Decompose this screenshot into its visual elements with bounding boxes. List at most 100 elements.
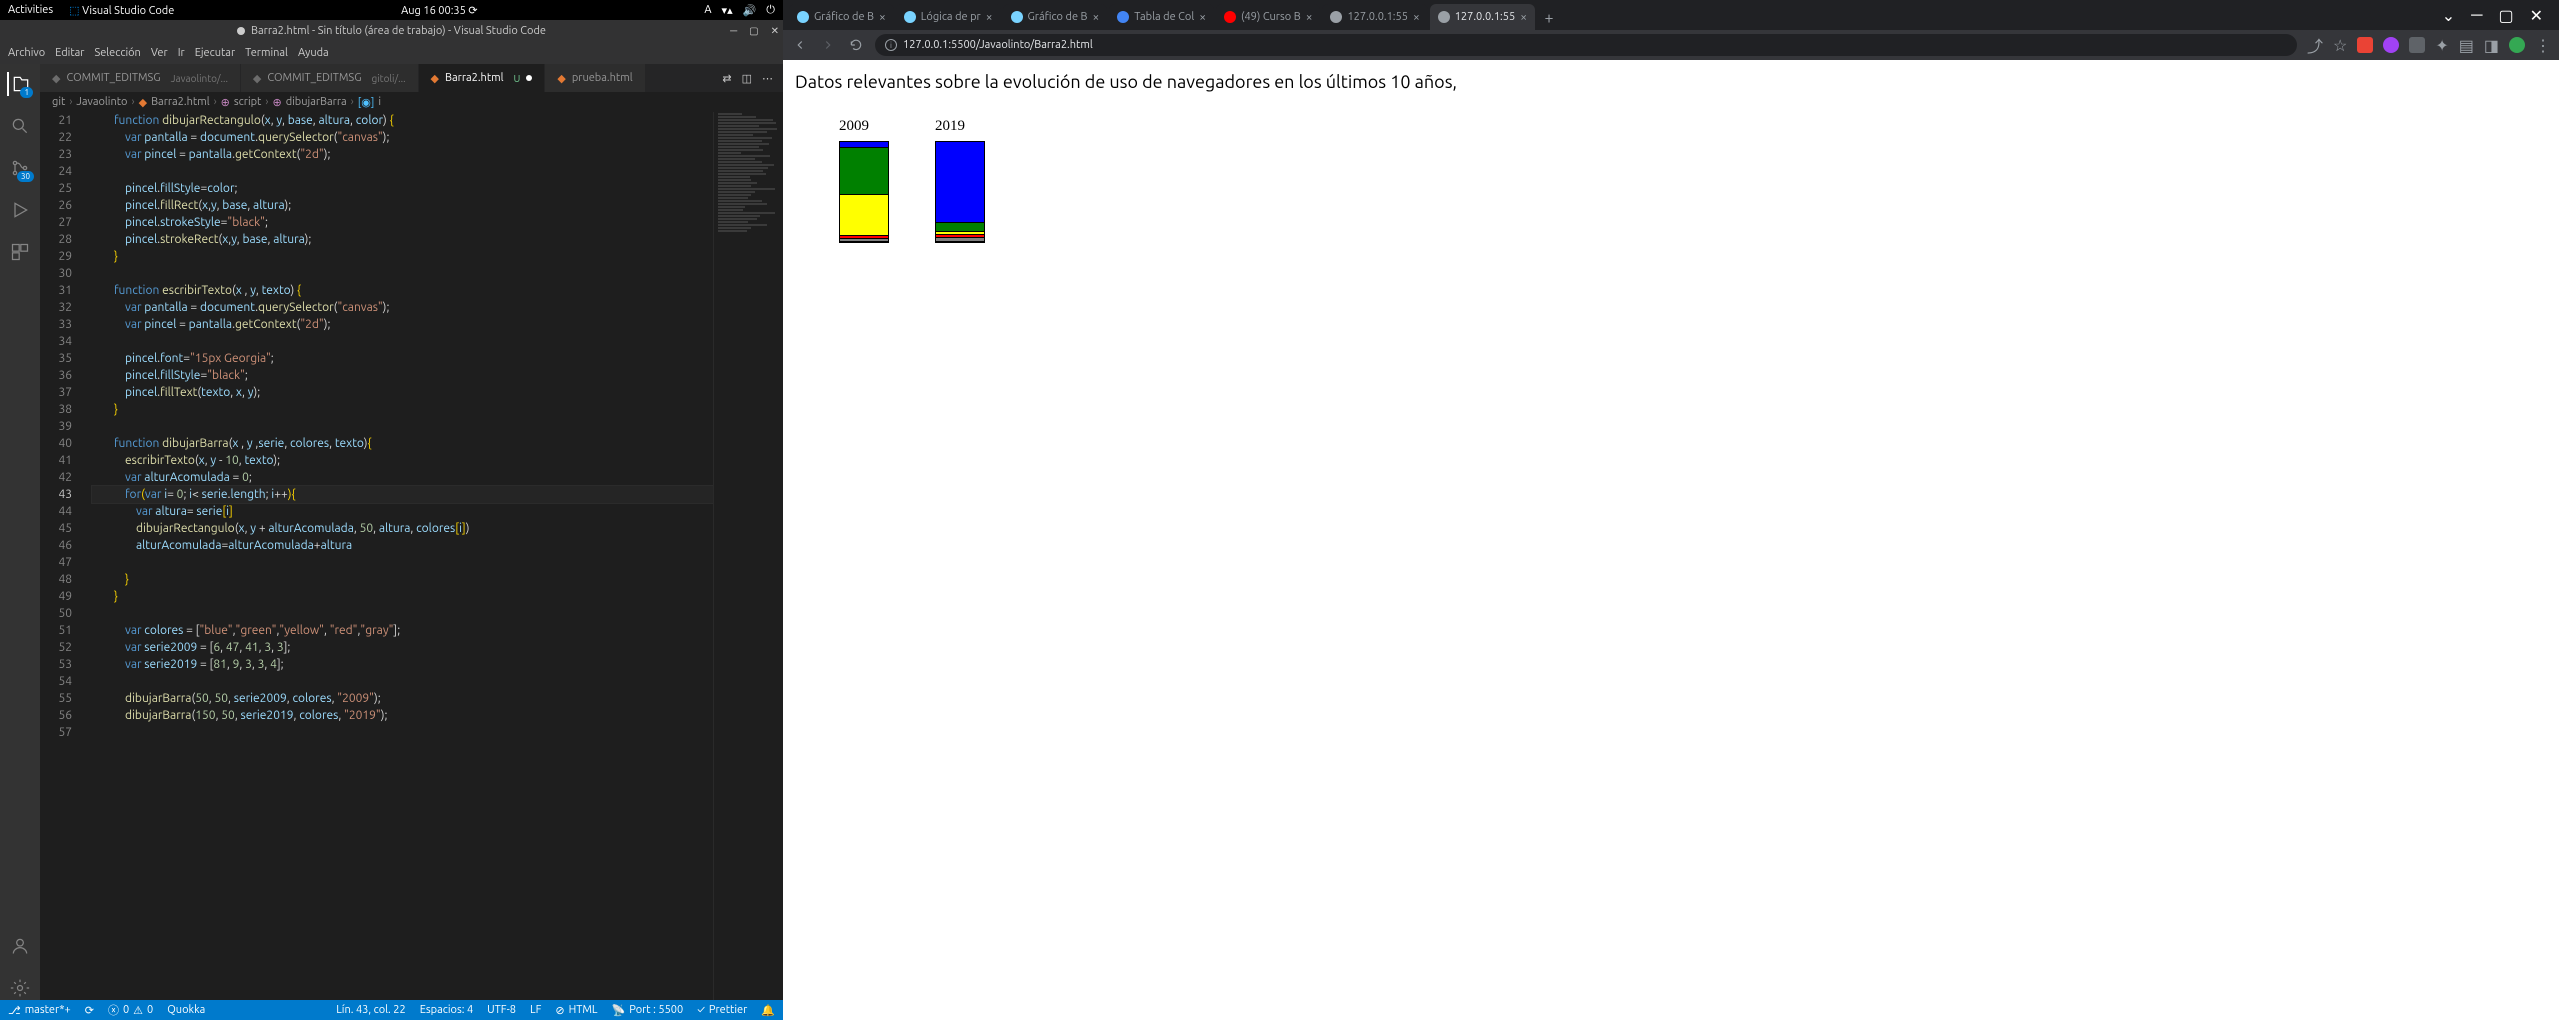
lang-indicator[interactable]: A [704,4,711,16]
new-tab-button[interactable]: + [1537,6,1561,30]
bar-stack [839,141,889,243]
eol-status[interactable]: LF [530,1004,541,1017]
page-viewport: Datos relevantes sobre la evolución de u… [783,60,2559,1020]
menu-ejecutar[interactable]: Ejecutar [195,47,235,59]
code-editor[interactable]: 2122232425262728293031323334353637383940… [40,112,783,1000]
share-icon[interactable]: ⤴ [2307,33,2323,57]
more-actions-icon[interactable]: ⋯ [762,72,773,85]
chrome-tab-2[interactable]: Gráfico de B× [1003,4,1108,30]
window-title-bar: Barra2.html - Sin título (área de trabaj… [0,20,783,42]
explorer-icon[interactable]: 1 [7,72,31,96]
tab-prueba[interactable]: ◆prueba.html [545,64,645,92]
tab-close-icon[interactable]: × [1306,11,1313,24]
split-editor-icon[interactable]: ◫ [742,72,752,85]
activity-bar: 1 30 [0,64,40,1000]
menu-editar[interactable]: Editar [55,47,84,59]
bookmark-icon[interactable]: ☆ [2333,36,2347,55]
tab-commit-editmsg-1[interactable]: ◆COMMIT_EDITMSGJavaolinto/... [40,64,241,92]
menu-ir[interactable]: Ir [178,47,185,59]
indentation-status[interactable]: Espacios: 4 [420,1004,473,1017]
compare-icon[interactable]: ⇄ [722,72,731,85]
cursor-position[interactable]: Lín. 43, col. 22 [336,1004,405,1017]
tab-close-icon[interactable]: × [1520,11,1527,24]
profile-avatar[interactable] [2509,37,2525,53]
encoding-status[interactable]: UTF-8 [487,1004,516,1017]
sync-icon[interactable]: ⟳ [85,1004,94,1017]
tab-close-icon[interactable]: × [986,11,993,24]
chrome-tab-0[interactable]: Gráfico de B× [789,4,894,30]
menu-terminal[interactable]: Terminal [245,47,288,59]
power-icon[interactable]: ⏻ [766,4,775,17]
editor-tabs: ◆COMMIT_EDITMSGJavaolinto/... ◆COMMIT_ED… [40,64,783,92]
reload-button[interactable] [847,36,865,54]
live-server-status[interactable]: 📡 Port : 5500 [612,1004,684,1017]
forward-button[interactable] [819,36,837,54]
settings-icon[interactable] [8,976,32,1000]
chrome-close-button[interactable]: ✕ [2530,6,2543,25]
close-button[interactable]: ✕ [771,25,779,37]
menu-seleccion[interactable]: Selección [94,47,140,59]
bar-2019: 2019 [935,118,985,243]
tab-close-icon[interactable]: × [1093,11,1100,24]
quokka-status[interactable]: Quokka [167,1004,205,1016]
back-button[interactable] [791,36,809,54]
chrome-maximize-button[interactable]: ▢ [2498,6,2513,25]
chrome-menu-icon[interactable]: ⋮ [2535,36,2551,55]
chrome-tab-strip: Gráfico de B×Lógica de pr×Gráfico de B×T… [783,0,2559,30]
menu-ver[interactable]: Ver [151,47,168,59]
tab-barra2[interactable]: ◆Barra2.htmlU [419,64,546,92]
bar-2009: 2009 [839,118,889,243]
tab-close-icon[interactable]: × [879,11,886,24]
scm-badge: 30 [17,171,34,182]
branch-status[interactable]: ⎇ master*+ [8,1004,71,1017]
chrome-tab-4[interactable]: (49) Curso B× [1216,4,1320,30]
notifications-icon[interactable]: 🔔 [761,1004,775,1017]
tab-commit-editmsg-2[interactable]: ◆COMMIT_EDITMSGgitoli/... [241,64,419,92]
reading-list-icon[interactable]: ▤ [2459,36,2474,55]
chrome-nav-down-icon[interactable]: ⌄ [2442,6,2455,25]
maximize-button[interactable]: ▢ [749,25,758,37]
problems-status[interactable]: ⓧ 0 ⚠ 0 [108,1002,153,1018]
chrome-minimize-button[interactable]: ─ [2471,6,2482,25]
account-icon[interactable] [8,934,32,958]
window-title: Barra2.html - Sin título (área de trabaj… [251,25,546,37]
current-app[interactable]: ⬚ Visual Studio Code [69,4,174,17]
page-heading: Datos relevantes sobre la evolución de u… [795,72,2547,92]
chart-canvas: 2009 2019 [795,112,2547,243]
language-status[interactable]: ⊘ HTML [555,1004,597,1017]
extensions-icon[interactable] [8,240,32,264]
explorer-badge: 1 [20,87,33,98]
minimap[interactable] [713,112,783,1000]
search-icon[interactable] [8,114,32,138]
url-text: 127.0.0.1:5500/Javaolinto/Barra2.html [903,39,1093,51]
ext-2-icon[interactable] [2383,37,2399,53]
tab-close-icon[interactable]: × [1199,11,1206,24]
chrome-tab-5[interactable]: 127.0.0.1:55× [1322,4,1427,30]
volume-icon[interactable]: 🔊 [743,4,757,17]
bar-stack [935,141,985,243]
debug-icon[interactable] [8,198,32,222]
scm-icon[interactable]: 30 [8,156,32,180]
tab-close-icon[interactable]: × [1413,11,1420,24]
dirty-indicator-icon [237,27,245,35]
site-info-icon[interactable]: i [885,39,897,51]
bar-label: 2009 [839,118,869,135]
chrome-toolbar: i 127.0.0.1:5500/Javaolinto/Barra2.html … [783,30,2559,60]
activities-button[interactable]: Activities [8,4,53,17]
clock[interactable]: Aug 16 00:35 ⟳ [174,4,704,17]
minimize-button[interactable]: ─ [730,25,737,37]
menu-archivo[interactable]: Archivo [8,47,45,59]
side-panel-icon[interactable]: ◨ [2484,36,2499,55]
ext-1-icon[interactable] [2357,37,2373,53]
network-icon[interactable]: ▾▴ [722,4,733,17]
menu-ayuda[interactable]: Ayuda [298,47,329,59]
chrome-tab-3[interactable]: Tabla de Col× [1109,4,1214,30]
chrome-tab-1[interactable]: Lógica de pr× [896,4,1001,30]
prettier-status[interactable]: ✓ Prettier [697,1004,747,1017]
extensions-icon[interactable]: ✦ [2435,36,2448,55]
breadcrumbs[interactable]: git› Javaolinto› ◆Barra2.html› ⊕script› … [40,92,783,112]
chrome-tab-6[interactable]: 127.0.0.1:55× [1430,4,1535,30]
address-bar[interactable]: i 127.0.0.1:5500/Javaolinto/Barra2.html [875,34,2297,56]
status-bar: ⎇ master*+ ⟳ ⓧ 0 ⚠ 0 Quokka Lín. 43, col… [0,1000,783,1020]
ext-3-icon[interactable] [2409,37,2425,53]
